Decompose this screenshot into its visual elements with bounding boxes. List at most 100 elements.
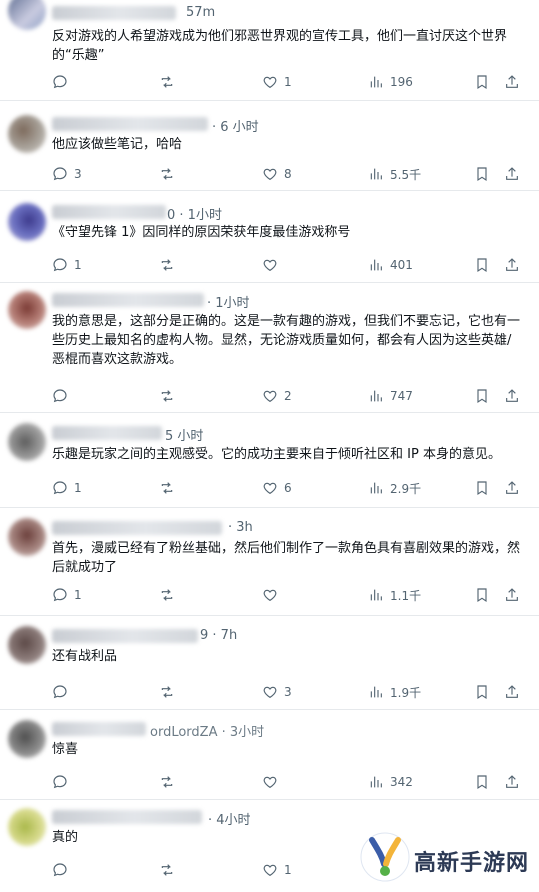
reply-button[interactable]: 1 — [52, 256, 82, 274]
post-timestamp[interactable]: 57m — [186, 5, 215, 20]
action-bar: 342 — [52, 773, 522, 791]
retweet-button[interactable] — [159, 165, 181, 183]
reply-button[interactable] — [52, 861, 74, 879]
share-button[interactable] — [504, 387, 520, 405]
author-name[interactable] — [52, 426, 162, 440]
share-button[interactable] — [504, 73, 520, 91]
post-timestamp[interactable]: 0 · 1小时 — [167, 204, 222, 223]
post-timestamp[interactable]: · 6 小时 — [212, 116, 259, 135]
retweet-button[interactable] — [159, 256, 181, 274]
share-button[interactable] — [504, 773, 520, 791]
like-button[interactable] — [262, 586, 284, 604]
views-button[interactable]: 5.5千 — [368, 165, 421, 183]
retweet-button[interactable] — [159, 479, 181, 497]
avatar[interactable] — [8, 720, 46, 758]
bookmark-button[interactable] — [474, 683, 490, 701]
author-name[interactable] — [52, 293, 204, 307]
author-name[interactable] — [52, 810, 202, 824]
heart-icon — [263, 589, 277, 602]
reply-button[interactable]: 3 — [52, 165, 82, 183]
share-button[interactable] — [504, 165, 520, 183]
reply-button[interactable] — [52, 683, 74, 701]
retweet-icon — [161, 390, 173, 402]
post-timestamp[interactable]: 5 小时 — [165, 425, 203, 444]
retweet-button[interactable] — [159, 73, 181, 91]
share-icon — [506, 75, 518, 88]
like-button[interactable]: 8 — [262, 165, 292, 183]
views-button[interactable]: 747 — [368, 387, 413, 405]
views-chart-icon — [370, 390, 382, 402]
post[interactable]: 0 · 1小时 《守望先锋 1》因同样的原因荣获年度最佳游戏称号 1 401 — [0, 191, 539, 283]
like-button[interactable]: 2 — [262, 387, 292, 405]
reply-button[interactable]: 1 — [52, 586, 82, 604]
views-button[interactable]: 342 — [368, 773, 413, 791]
views-count: 2.9千 — [390, 481, 422, 496]
like-button[interactable]: 1 — [262, 73, 292, 91]
views-button[interactable]: 1.1千 — [368, 586, 421, 604]
post[interactable]: · 6 小时 他应该做些笔记，哈哈 3 8 5.5千 — [0, 101, 539, 191]
views-button[interactable]: 1.9千 — [368, 683, 421, 701]
author-name[interactable] — [52, 521, 222, 535]
retweet-button[interactable] — [159, 773, 181, 791]
avatar[interactable] — [8, 203, 46, 241]
retweet-button[interactable] — [159, 586, 181, 604]
post-timestamp[interactable]: · 4小时 — [208, 809, 251, 828]
share-button[interactable] — [504, 256, 520, 274]
like-count: 2 — [284, 389, 292, 403]
views-chart-icon — [370, 76, 382, 88]
share-button[interactable] — [504, 586, 520, 604]
author-name[interactable] — [52, 6, 176, 20]
like-count: 8 — [284, 167, 292, 181]
bookmark-button[interactable] — [474, 256, 490, 274]
avatar[interactable] — [8, 626, 46, 664]
post-timestamp[interactable]: 9 · 7h — [200, 628, 237, 643]
avatar[interactable] — [8, 808, 46, 846]
bookmark-button[interactable] — [474, 387, 490, 405]
avatar[interactable] — [8, 0, 46, 30]
like-button[interactable]: 1 — [262, 861, 292, 879]
avatar[interactable] — [8, 291, 46, 329]
like-button[interactable]: 3 — [262, 683, 292, 701]
views-button[interactable]: 2.9千 — [368, 479, 421, 497]
author-name[interactable] — [52, 722, 146, 736]
bookmark-icon — [477, 588, 487, 603]
like-button[interactable] — [262, 773, 284, 791]
reply-button[interactable] — [52, 773, 74, 791]
post-timestamp[interactable]: · 1小时 — [207, 292, 250, 311]
post[interactable]: 57m 反对游戏的人希望游戏成为他们邪恶世界观的宣传工具，他们一直讨厌这个世界的… — [0, 0, 539, 101]
avatar[interactable] — [8, 423, 46, 461]
avatar[interactable] — [8, 518, 46, 556]
post[interactable]: · 3h 首先，漫威已经有了粉丝基础，然后他们制作了一款角色具有喜剧效果的游戏，… — [0, 508, 539, 616]
views-button[interactable]: 196 — [368, 73, 413, 91]
avatar[interactable] — [8, 115, 46, 153]
author-name[interactable] — [52, 629, 198, 643]
retweet-button[interactable] — [159, 683, 181, 701]
share-button[interactable] — [504, 479, 520, 497]
bookmark-button[interactable] — [474, 73, 490, 91]
bookmark-button[interactable] — [474, 586, 490, 604]
bookmark-button[interactable] — [474, 773, 490, 791]
reply-count: 3 — [74, 167, 82, 181]
reply-button[interactable] — [52, 387, 74, 405]
watermark-text: 高新手游网 — [414, 851, 530, 876]
post[interactable]: 9 · 7h 还有战利品 3 1.9千 — [0, 616, 539, 710]
retweet-button[interactable] — [159, 861, 181, 879]
like-button[interactable]: 6 — [262, 479, 292, 497]
author-name[interactable] — [52, 205, 166, 219]
retweet-button[interactable] — [159, 387, 181, 405]
post[interactable]: · 1小时 我的意思是，这部分是正确的。这是一款有趣的游戏，但我们不要忘记，它也… — [0, 283, 539, 413]
post-timestamp[interactable]: · 3h — [228, 520, 253, 535]
author-name[interactable] — [52, 117, 208, 131]
post-text: 首先，漫威已经有了粉丝基础，然后他们制作了一款角色具有喜剧效果的游戏，然后就成功… — [52, 541, 521, 575]
reply-button[interactable]: 1 — [52, 479, 82, 497]
share-icon — [506, 588, 518, 601]
share-button[interactable] — [504, 683, 520, 701]
like-button[interactable] — [262, 256, 284, 274]
views-button[interactable]: 401 — [368, 256, 413, 274]
post[interactable]: ordLordZA · 3小时 惊喜 342 — [0, 710, 539, 800]
bookmark-button[interactable] — [474, 165, 490, 183]
bookmark-button[interactable] — [474, 479, 490, 497]
post-timestamp[interactable]: ordLordZA · 3小时 — [150, 721, 264, 740]
reply-button[interactable] — [52, 73, 74, 91]
post[interactable]: 5 小时 乐趣是玩家之间的主观感受。它的成功主要来自于倾听社区和 IP 本身的意… — [0, 413, 539, 508]
